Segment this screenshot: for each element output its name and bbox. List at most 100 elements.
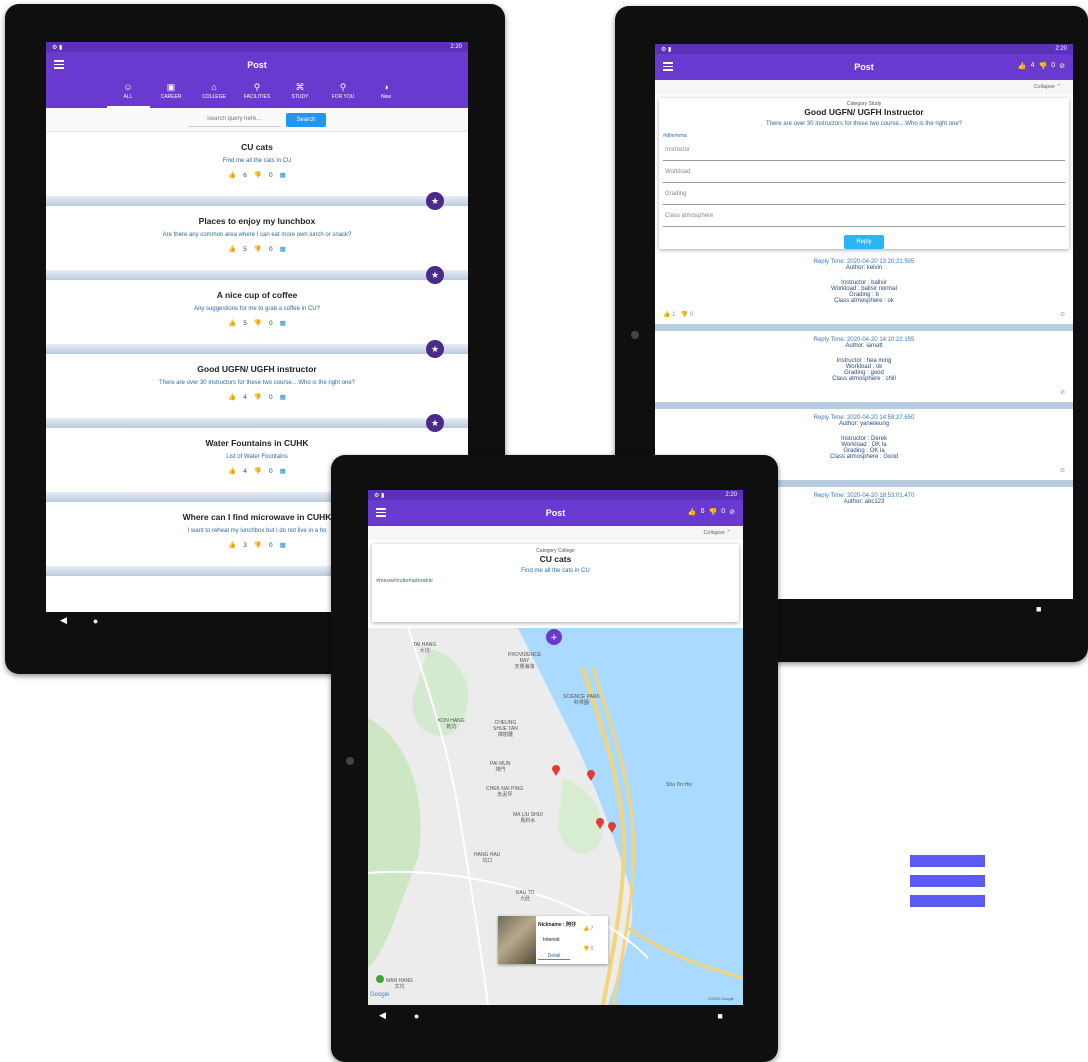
thumb-down-icon[interactable]: 👎	[254, 171, 262, 179]
post-card[interactable]: A nice cup of coffee Any suggestions for …	[46, 280, 468, 358]
field-instructor[interactable]: Instructor	[663, 139, 1065, 161]
map-label-kau-to: KAU TO 九肚	[516, 890, 535, 902]
tab-icon: ☺	[123, 82, 133, 92]
collapse-toggle[interactable]: Collapse ⌃	[368, 526, 743, 540]
field-class-atmosphere[interactable]: Class atmosphere	[663, 205, 1065, 227]
tab-facilities[interactable]: ⚲ FACILITIES	[236, 78, 279, 108]
map-label-pai-mun: PAI MUN 排門	[490, 761, 511, 773]
post-detail-card: Category Study Good UGFN/ UGFH Instructo…	[659, 98, 1069, 249]
screen-map: ⚙ ▮ 2:20 Post 👍 6 👎 0 ⊘ Collapse ⌃ Categor…	[368, 490, 743, 1005]
tab-new[interactable]: ◑ New	[365, 78, 408, 108]
header-down-count: 0	[1051, 62, 1056, 69]
post-description: Are there any common area where I can ea…	[162, 232, 352, 238]
menu-icon[interactable]	[376, 508, 386, 517]
down-count: 0	[269, 393, 273, 401]
tab-label: New	[380, 94, 391, 100]
thumb-up-icon[interactable]: 👍	[663, 312, 670, 318]
down-count: 0	[269, 245, 273, 253]
cat-photo	[498, 916, 536, 964]
block-icon[interactable]: ⊘	[729, 508, 735, 516]
search-input[interactable]	[188, 112, 280, 127]
up-count: 5	[243, 245, 247, 253]
popup-down-count: 0	[590, 946, 594, 952]
block-icon[interactable]: ⊘	[1060, 311, 1065, 318]
star-button[interactable]: ★	[426, 266, 444, 284]
menu-icon[interactable]	[54, 60, 64, 69]
status-bar: ⚙ ▮ 2:20	[368, 490, 743, 500]
back-icon[interactable]: ◀	[379, 1010, 386, 1021]
block-icon[interactable]: ⊘	[1060, 467, 1065, 474]
tab-study[interactable]: ⌘ STUDY	[279, 78, 322, 108]
tab-for-you[interactable]: ⚲ FOR YOU	[322, 78, 365, 108]
field-workload[interactable]: Workload	[663, 161, 1065, 183]
home-icon[interactable]: ●	[414, 1011, 419, 1021]
down-count: 0	[269, 467, 273, 475]
thumb-down-icon[interactable]: 👎	[681, 312, 688, 318]
map-icon[interactable]: ▦	[280, 393, 286, 401]
recents-icon[interactable]: ■	[1036, 604, 1041, 614]
map-marker[interactable]	[596, 818, 604, 829]
page-title: Post	[247, 60, 267, 70]
menu-icon[interactable]	[663, 62, 673, 71]
thumb-up-icon[interactable]: 👍	[228, 171, 236, 179]
collapse-label: Collapse	[703, 530, 725, 536]
status-bar: ⚙ ▮ 2:20	[46, 42, 468, 52]
thumb-down-icon[interactable]: 👎	[583, 946, 589, 952]
status-time: 2:20	[725, 492, 737, 498]
post-description: Any suggestions for me to grab a coffee …	[194, 306, 320, 312]
map-label-ma-liu-shui: MA LIU SHUI 馬料水	[513, 812, 543, 824]
popup-detail-button[interactable]: Detail	[538, 953, 570, 960]
thumb-up-icon[interactable]: 👍	[1018, 62, 1027, 70]
block-icon[interactable]: ⊘	[1060, 389, 1065, 396]
thumb-up-icon[interactable]: 👍	[228, 245, 236, 253]
thumb-down-icon[interactable]: 👎	[709, 508, 718, 516]
map-icon[interactable]: ▦	[280, 467, 286, 475]
map-icon[interactable]: ▦	[280, 171, 286, 179]
nav-bar: ◀ ●	[60, 615, 98, 626]
thumb-up-icon[interactable]: 👍	[228, 393, 236, 401]
thumb-down-icon[interactable]: 👎	[254, 393, 262, 401]
map-marker[interactable]	[587, 770, 595, 781]
thumb-down-icon[interactable]: 👎	[254, 319, 262, 327]
thumb-up-icon[interactable]: 👍	[583, 926, 589, 932]
post-card[interactable]: Places to enjoy my lunchbox Are there any…	[46, 206, 468, 284]
map-marker[interactable]	[608, 822, 616, 833]
field-grading[interactable]: Grading	[663, 183, 1065, 205]
map-icon[interactable]: ▦	[280, 245, 286, 253]
thumb-up-icon[interactable]: 👍	[688, 508, 697, 516]
map-label-chek-nai-ping: CHEK NAI PING 赤泥坪	[486, 786, 524, 798]
block-icon[interactable]: ⊘	[1059, 62, 1065, 70]
map-marker[interactable]	[552, 765, 560, 776]
reply-button[interactable]: Reply	[844, 235, 884, 249]
map-icon[interactable]: ▦	[280, 541, 286, 549]
post-card[interactable]: CU cats Find me all the cats in CU 👍 6 👎 0 ▦ ★	[46, 132, 468, 210]
search-button[interactable]: Search	[286, 112, 326, 127]
thumb-down-icon[interactable]: 👎	[1039, 62, 1048, 70]
tab-label: FOR YOU	[331, 94, 355, 100]
collapse-toggle[interactable]: Collapse ⌃	[655, 80, 1073, 94]
map-view[interactable]: + TAI HANG 大坑 PROVIDENCE BAY 天覺海灣 SCIENC…	[368, 628, 743, 1005]
post-card[interactable]: Good UGFN/ UGFH instructor There are over…	[46, 354, 468, 432]
map-label-tai-hang: TAI HANG 大坑	[413, 642, 437, 654]
map-icon[interactable]: ▦	[280, 319, 286, 327]
star-button[interactable]: ★	[426, 340, 444, 358]
thumb-down-icon[interactable]: 👎	[254, 467, 262, 475]
down-count: 0	[269, 541, 273, 549]
tab-label: COLLEGE	[202, 94, 226, 100]
thumb-up-icon[interactable]: 👍	[228, 319, 236, 327]
status-time: 2:20	[1055, 46, 1067, 52]
google-logo: Google	[370, 992, 390, 998]
map-label-science-park: SCIENCE PARK 科學園	[563, 694, 600, 706]
tab-college[interactable]: ⌂ COLLEGE	[193, 78, 236, 108]
thumb-up-icon[interactable]: 👍	[228, 541, 236, 549]
thumb-up-icon[interactable]: 👍	[228, 467, 236, 475]
recents-icon[interactable]: ■	[717, 1011, 722, 1021]
thumb-down-icon[interactable]: 👎	[254, 541, 262, 549]
thumb-down-icon[interactable]: 👎	[254, 245, 262, 253]
star-button[interactable]: ★	[426, 192, 444, 210]
tab-all[interactable]: ☺ ALL	[106, 78, 150, 108]
back-icon[interactable]: ◀	[60, 615, 67, 626]
home-icon[interactable]: ●	[93, 616, 98, 626]
tab-career[interactable]: ▣ CAREER	[150, 78, 193, 108]
star-button[interactable]: ★	[426, 414, 444, 432]
